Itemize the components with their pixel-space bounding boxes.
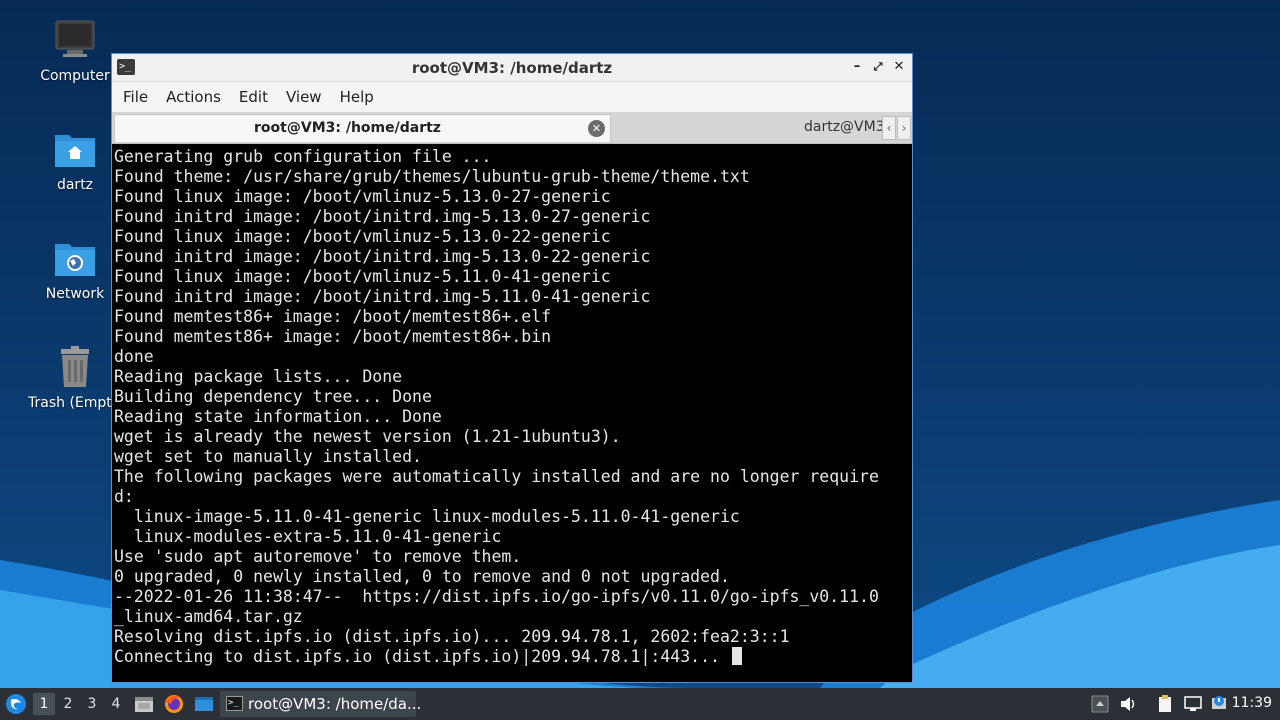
desktop-icon-label: Trash (Empty) [28,395,118,411]
terminal-line: _linux-amd64.tar.gz [114,607,303,626]
computer-icon [53,18,97,62]
home-folder-icon [53,127,97,171]
menu-view[interactable]: View [279,88,329,106]
taskbar: 1 2 3 4 >_ root@VM3: /home/da... 11:39 [0,688,1280,720]
menu-file[interactable]: File [116,88,155,106]
terminal-line: wget set to manually installed. [114,447,422,466]
terminal-line: Use 'sudo apt autoremove' to remove them… [114,547,522,566]
terminal-line: done [114,347,154,366]
clipboard-icon[interactable] [1155,694,1175,714]
volume-icon[interactable] [1118,694,1138,714]
taskbar-task-label: root@VM3: /home/da... [248,695,422,713]
clock: 11:39 [1231,695,1272,711]
update-notifier-icon[interactable] [1209,694,1229,714]
tab-close-icon[interactable]: ✕ [588,120,605,137]
terminal-line: 0 upgraded, 0 newly installed, 0 to remo… [114,567,730,586]
tab-label: dartz@VM3: ~ [804,119,882,135]
file-manager-icon[interactable] [133,693,155,715]
minimize-icon[interactable]: – [848,58,866,76]
terminal-line: Found initrd image: /boot/initrd.img-5.1… [114,247,651,266]
terminal-line: Found theme: /usr/share/grub/themes/lubu… [114,167,750,186]
terminal-line: The following packages were automaticall… [114,467,879,486]
terminal-output[interactable]: Generating grub configuration file ... F… [112,145,912,682]
tab-bar: root@VM3: /home/dartz ✕ dartz@VM3: ~ ‹ › [112,112,912,144]
tab-root[interactable]: root@VM3: /home/dartz ✕ [114,114,611,142]
network-status-icon[interactable] [1183,694,1203,714]
menu-bar: File Actions Edit View Help [112,82,912,112]
workspace-3[interactable]: 3 [81,693,103,715]
terminal-line: Found linux image: /boot/vmlinuz-5.11.0-… [114,267,611,286]
tray-arrow-icon[interactable] [1090,694,1110,714]
terminal-line: Found memtest86+ image: /boot/memtest86+… [114,327,552,346]
terminal-line: Found linux image: /boot/vmlinuz-5.13.0-… [114,187,611,206]
show-desktop-icon[interactable] [193,693,215,715]
terminal-line: linux-modules-extra-5.11.0-41-generic [114,527,502,546]
terminal-cursor [731,647,742,665]
terminal-line: linux-image-5.11.0-41-generic linux-modu… [114,507,740,526]
menu-help[interactable]: Help [333,88,381,106]
terminal-line: Building dependency tree... Done [114,387,432,406]
workspace-1[interactable]: 1 [33,693,55,715]
close-icon[interactable]: ✕ [890,58,908,76]
terminal-line: d: [114,487,134,506]
terminal-line-text: Connecting to dist.ipfs.io (dist.ipfs.io… [114,647,730,666]
window-titlebar[interactable]: >_ root@VM3: /home/dartz – ⤢ ✕ [112,54,912,82]
window-title: root@VM3: /home/dartz [411,59,613,77]
terminal-line: Resolving dist.ipfs.io (dist.ipfs.io)...… [114,627,790,646]
terminal-line: Found initrd image: /boot/initrd.img-5.1… [114,287,651,306]
tab-scroll-left-icon[interactable]: ‹ [882,116,896,140]
terminal-prompt-line: Connecting to dist.ipfs.io (dist.ipfs.io… [114,647,912,667]
firefox-icon[interactable] [163,693,185,715]
network-folder-icon [53,236,97,280]
taskbar-terminal-task[interactable]: >_ root@VM3: /home/da... [220,691,421,717]
workspace-4[interactable]: 4 [105,693,127,715]
workspace-2[interactable]: 2 [57,693,79,715]
terminal-line: Found linux image: /boot/vmlinuz-5.13.0-… [114,227,611,246]
menu-actions[interactable]: Actions [159,88,228,106]
start-menu-icon[interactable] [4,692,28,716]
tab-dartz[interactable]: dartz@VM3: ~ [612,114,882,142]
menu-edit[interactable]: Edit [232,88,275,106]
terminal-icon: >_ [226,696,243,711]
terminal-line: --2022-01-26 11:38:47-- https://dist.ipf… [114,587,879,606]
terminal-line: Reading package lists... Done [114,367,403,386]
terminal-line: Found initrd image: /boot/initrd.img-5.1… [114,207,651,226]
tab-label: root@VM3: /home/dartz [254,120,441,136]
terminal-window[interactable]: >_ root@VM3: /home/dartz – ⤢ ✕ File Acti… [111,53,913,683]
tab-scroll-right-icon[interactable]: › [897,116,911,140]
terminal-line: Reading state information... Done [114,407,442,426]
trash-icon [53,345,97,389]
terminal-line: wget is already the newest version (1.21… [114,427,621,446]
maximize-icon[interactable]: ⤢ [869,58,887,76]
terminal-line: Found memtest86+ image: /boot/memtest86+… [114,307,552,326]
terminal-line: Generating grub configuration file ... [114,147,492,166]
